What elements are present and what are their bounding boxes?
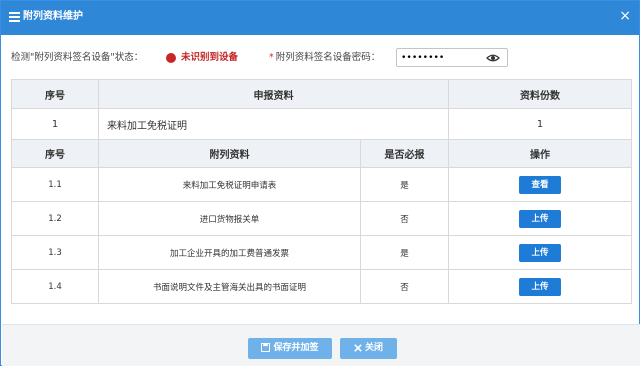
save-and-sign-label: 保存并加签 (273, 343, 319, 353)
menu-icon (9, 12, 20, 22)
status-error-icon (166, 53, 176, 63)
save-and-sign-button[interactable]: 保存并加签 (248, 338, 332, 359)
title-bar: 附列资料维护 × (1, 1, 639, 35)
cell-required: 是 (360, 235, 449, 270)
cell-required: 是 (360, 167, 449, 202)
table-header-row: 序号 申报资料 资料份数 (11, 79, 632, 109)
header-seq: 序号 (11, 79, 99, 109)
table-row: 1.2 进口货物报关单 否 上传 (11, 201, 632, 236)
attachments-table: 序号 附列资料 是否必报 操作 1.1 来料加工免税证明申请表 是 查看 1.2… (11, 139, 632, 304)
header-action: 操作 (448, 139, 632, 168)
required-mark: * (269, 52, 274, 63)
cell-required: 否 (360, 201, 449, 236)
close-icon (354, 344, 362, 352)
dialog-footer: 保存并加签 关闭 (2, 324, 640, 366)
eye-icon[interactable] (486, 51, 500, 65)
close-icon[interactable]: × (619, 8, 631, 24)
table-row: 1.3 加工企业开具的加工费普通发票 是 上传 (11, 235, 632, 270)
header-count: 资料份数 (448, 79, 632, 109)
cell-seq: 1.1 (11, 167, 99, 202)
table-row: 1 来料加工免税证明 1 (11, 108, 632, 140)
cell-action: 上传 (448, 269, 632, 304)
header-seq: 序号 (11, 139, 99, 168)
cell-attachment: 书面说明文件及主管海关出具的书面证明 (98, 269, 361, 304)
cell-seq: 1.3 (11, 235, 99, 270)
cell-seq: 1.2 (11, 201, 99, 236)
device-status-value: 未识别到设备 (181, 52, 239, 63)
table-row: 1.1 来料加工免税证明申请表 是 查看 (11, 167, 632, 202)
dialog: 附列资料维护 × 检测"附列资料签名设备"状态： 未识别到设备 * 附列资料签名设… (0, 0, 640, 366)
cell-attachment: 进口货物报关单 (98, 201, 361, 236)
cell-count: 1 (448, 108, 632, 140)
cell-attachment: 加工企业开具的加工费普通发票 (98, 235, 361, 270)
table-header-row: 序号 附列资料 是否必报 操作 (11, 139, 632, 168)
device-status-label: 检测"附列资料签名设备"状态： (11, 52, 144, 63)
password-label-text: 附列资料签名设备密码： (275, 52, 381, 63)
device-status-bar: 检测"附列资料签名设备"状态： 未识别到设备 * 附列资料签名设备密码： (11, 48, 631, 67)
close-label: 关闭 (364, 343, 383, 353)
header-required: 是否必报 (360, 139, 449, 168)
save-icon (261, 342, 271, 353)
view-button[interactable]: 查看 (519, 175, 561, 194)
upload-button[interactable]: 上传 (519, 277, 561, 296)
dialog-title: 附列资料维护 (23, 11, 83, 22)
header-attachment: 附列资料 (98, 139, 361, 168)
password-label: * 附列资料签名设备密码： (269, 50, 380, 66)
cell-required: 否 (360, 269, 449, 304)
cell-attachment: 来料加工免税证明申请表 (98, 167, 361, 202)
cell-action: 上传 (448, 201, 632, 236)
upload-button[interactable]: 上传 (519, 243, 561, 262)
upload-button[interactable]: 上传 (519, 209, 561, 228)
declaration-table: 序号 申报资料 资料份数 1 来料加工免税证明 1 (11, 79, 632, 140)
cell-declaration: 来料加工免税证明 (98, 108, 449, 140)
cell-action: 上传 (448, 235, 632, 270)
close-button[interactable]: 关闭 (340, 338, 397, 359)
cell-seq: 1 (11, 108, 99, 140)
cell-seq: 1.4 (11, 269, 99, 304)
header-declaration: 申报资料 (98, 79, 449, 109)
cell-action: 查看 (448, 167, 632, 202)
table-row: 1.4 书面说明文件及主管海关出具的书面证明 否 上传 (11, 269, 632, 304)
